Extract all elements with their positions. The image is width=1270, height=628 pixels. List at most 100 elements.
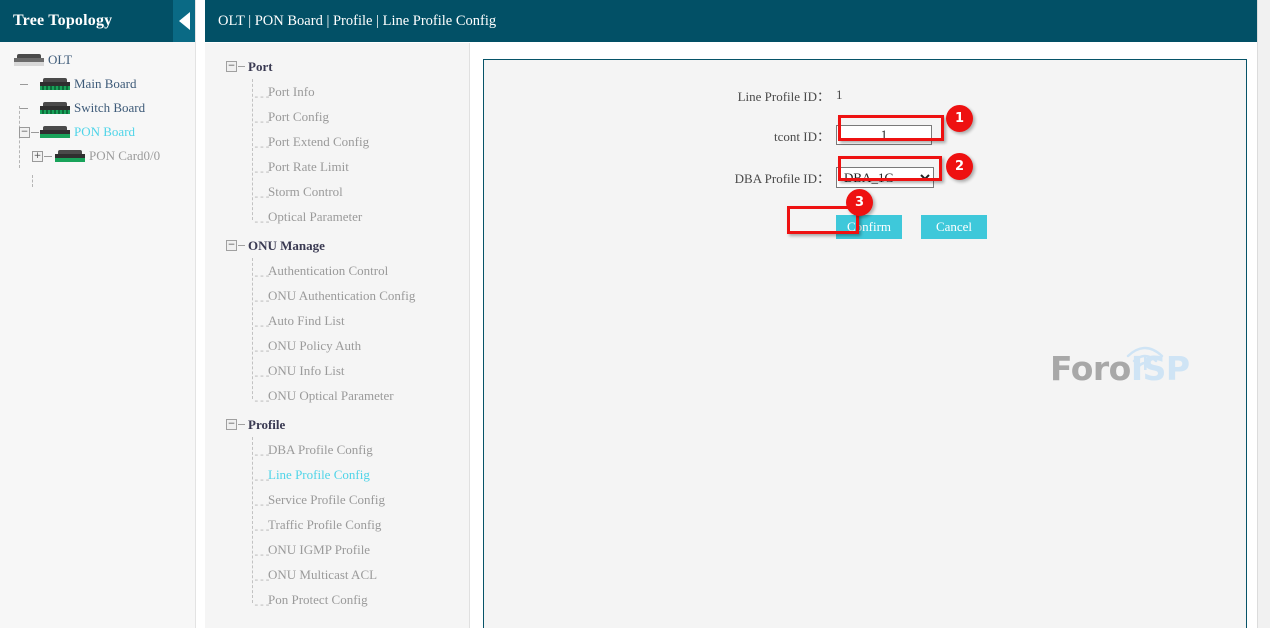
form-actions: Confirm Cancel — [484, 213, 1246, 241]
nav-item-auto-find-list[interactable]: --- Auto Find List — [205, 308, 469, 333]
device-board-icon — [40, 102, 70, 115]
nav-item-label: Port Info — [268, 84, 315, 100]
tree-node-label: PON Board — [74, 124, 135, 140]
nav-group-label: ONU Manage — [248, 238, 325, 254]
nav-item-port-info[interactable]: --- Port Info — [205, 79, 469, 104]
nav-item-label: ONU Optical Parameter — [268, 388, 394, 404]
tree-expander-minus-icon[interactable]: − — [19, 127, 30, 138]
nav-item-label: DBA Profile Config — [268, 442, 373, 458]
nav-branch-icon: --- — [253, 90, 270, 103]
nav-item-label: ONU IGMP Profile — [268, 542, 370, 558]
nav-item-label: Service Profile Config — [268, 492, 385, 508]
dba-profile-id-row: DBA Profile ID： DBA_1G — [484, 163, 1246, 191]
nav-item-label: ONU Authentication Config — [268, 288, 415, 304]
line-profile-config-form: Line Profile ID： 1 tcont ID： DBA Profile… — [483, 59, 1247, 628]
nav-branch-icon: --- — [253, 598, 270, 611]
nav-item-storm-control[interactable]: --- Storm Control — [205, 179, 469, 204]
nav-item-onu-authentication-config[interactable]: --- ONU Authentication Config — [205, 283, 469, 308]
nav-branch-icon: --- — [253, 294, 270, 307]
tcont-id-label: tcont ID： — [484, 126, 836, 145]
line-profile-id-label: Line Profile ID： — [484, 86, 836, 105]
confirm-button[interactable]: Confirm — [836, 215, 902, 239]
tree-node-switch-board[interactable]: Switch Board — [0, 96, 195, 120]
cancel-button[interactable]: Cancel — [921, 215, 987, 239]
nav-group-onu-manage[interactable]: − ONU Manage — [205, 233, 469, 258]
nav-item-onu-multicast-acl[interactable]: --- ONU Multicast ACL — [205, 562, 469, 587]
nav-item-label: Port Config — [268, 109, 329, 125]
line-profile-id-value: 1 — [836, 87, 843, 103]
dba-profile-id-label: DBA Profile ID： — [484, 168, 836, 187]
nav-item-label: Port Rate Limit — [268, 159, 349, 175]
foroisp-watermark: ForoISP — [1050, 348, 1195, 394]
nav-item-line-profile-config[interactable]: --- Line Profile Config — [205, 462, 469, 487]
tree-panel-header: Tree Topology — [0, 0, 195, 42]
nav-item-traffic-profile-config[interactable]: --- Traffic Profile Config — [205, 512, 469, 537]
nav-group-profile[interactable]: − Profile — [205, 412, 469, 437]
tree-panel-title: Tree Topology — [0, 12, 112, 30]
nav-item-service-profile-config[interactable]: --- Service Profile Config — [205, 487, 469, 512]
nav-item-label: ONU Policy Auth — [268, 338, 361, 354]
nav-item-label: Port Extend Config — [268, 134, 369, 150]
tree-expander-plus-icon[interactable]: + — [32, 151, 43, 162]
nav-item-onu-optical-parameter[interactable]: --- ONU Optical Parameter — [205, 383, 469, 408]
tree-node-label: Switch Board — [74, 100, 145, 116]
nav-branch-icon: --- — [253, 165, 270, 178]
nav-item-label: Auto Find List — [268, 313, 345, 329]
page-scrollbar[interactable] — [1257, 0, 1270, 628]
nav-branch-icon: --- — [253, 344, 270, 357]
device-board-icon — [40, 78, 70, 91]
tree-connector — [32, 175, 33, 187]
nav-item-onu-policy-auth[interactable]: --- ONU Policy Auth — [205, 333, 469, 358]
nav-item-optical-parameter[interactable]: --- Optical Parameter — [205, 204, 469, 229]
nav-branch-icon: --- — [253, 190, 270, 203]
olt-management-console: Tree Topology OLT Main Bo — [0, 0, 1270, 628]
nav-branch-icon: --- — [253, 319, 270, 332]
device-card-icon — [55, 150, 85, 163]
line-profile-id-row: Line Profile ID： 1 — [484, 81, 1246, 109]
device-olt-icon — [14, 54, 44, 67]
nav-branch-icon: --- — [253, 548, 270, 561]
nav-branch-icon: --- — [253, 215, 270, 228]
nav-item-dba-profile-config[interactable]: --- DBA Profile Config — [205, 437, 469, 462]
nav-item-onu-info-list[interactable]: --- ONU Info List — [205, 358, 469, 383]
tree-node-olt[interactable]: OLT — [0, 48, 195, 72]
nav-item-port-extend-config[interactable]: --- Port Extend Config — [205, 129, 469, 154]
nav-group-label: Profile — [248, 417, 285, 433]
triangle-left-icon[interactable] — [173, 0, 195, 42]
tree-node-list: OLT Main Board Switch Board − — [0, 42, 195, 168]
nav-branch-icon: --- — [253, 473, 270, 486]
tcont-id-input[interactable] — [836, 125, 932, 145]
nav-item-label: Authentication Control — [268, 263, 388, 279]
nav-branch-icon: --- — [253, 573, 270, 586]
nav-branch-icon: --- — [253, 269, 270, 282]
nav-expander-minus-icon[interactable]: − — [226, 240, 237, 251]
nav-item-onu-igmp-profile[interactable]: --- ONU IGMP Profile — [205, 537, 469, 562]
nav-branch-icon: --- — [253, 140, 270, 153]
nav-branch-icon: --- — [253, 523, 270, 536]
wifi-waves-icon — [1122, 340, 1168, 370]
nav-item-label: Storm Control — [268, 184, 343, 200]
tree-node-label: PON Card0/0 — [89, 148, 160, 164]
watermark-primary: Foro — [1050, 349, 1131, 388]
nav-group-label: Port — [248, 59, 273, 75]
dba-profile-id-select[interactable]: DBA_1G — [836, 167, 934, 188]
nav-item-label: ONU Multicast ACL — [268, 567, 377, 583]
tree-node-label: OLT — [48, 52, 72, 68]
watermark-text: ForoISP — [1050, 348, 1190, 390]
tree-node-label: Main Board — [74, 76, 136, 92]
nav-item-port-config[interactable]: --- Port Config — [205, 104, 469, 129]
breadcrumb-bar: OLT | PON Board | Profile | Line Profile… — [205, 0, 1257, 42]
nav-branch-icon: --- — [253, 115, 270, 128]
nav-item-label: Optical Parameter — [268, 209, 362, 225]
tree-node-pon-card[interactable]: + PON Card0/0 — [0, 144, 195, 168]
nav-expander-minus-icon[interactable]: − — [226, 419, 237, 430]
nav-expander-minus-icon[interactable]: − — [226, 61, 237, 72]
tree-node-pon-board[interactable]: − PON Board — [0, 120, 195, 144]
device-board-icon — [40, 126, 70, 139]
nav-group-port[interactable]: − Port — [205, 54, 469, 79]
nav-branch-icon: --- — [253, 448, 270, 461]
nav-item-pon-protect-config[interactable]: --- Pon Protect Config — [205, 587, 469, 612]
nav-item-authentication-control[interactable]: --- Authentication Control — [205, 258, 469, 283]
tree-node-main-board[interactable]: Main Board — [0, 72, 195, 96]
nav-item-port-rate-limit[interactable]: --- Port Rate Limit — [205, 154, 469, 179]
